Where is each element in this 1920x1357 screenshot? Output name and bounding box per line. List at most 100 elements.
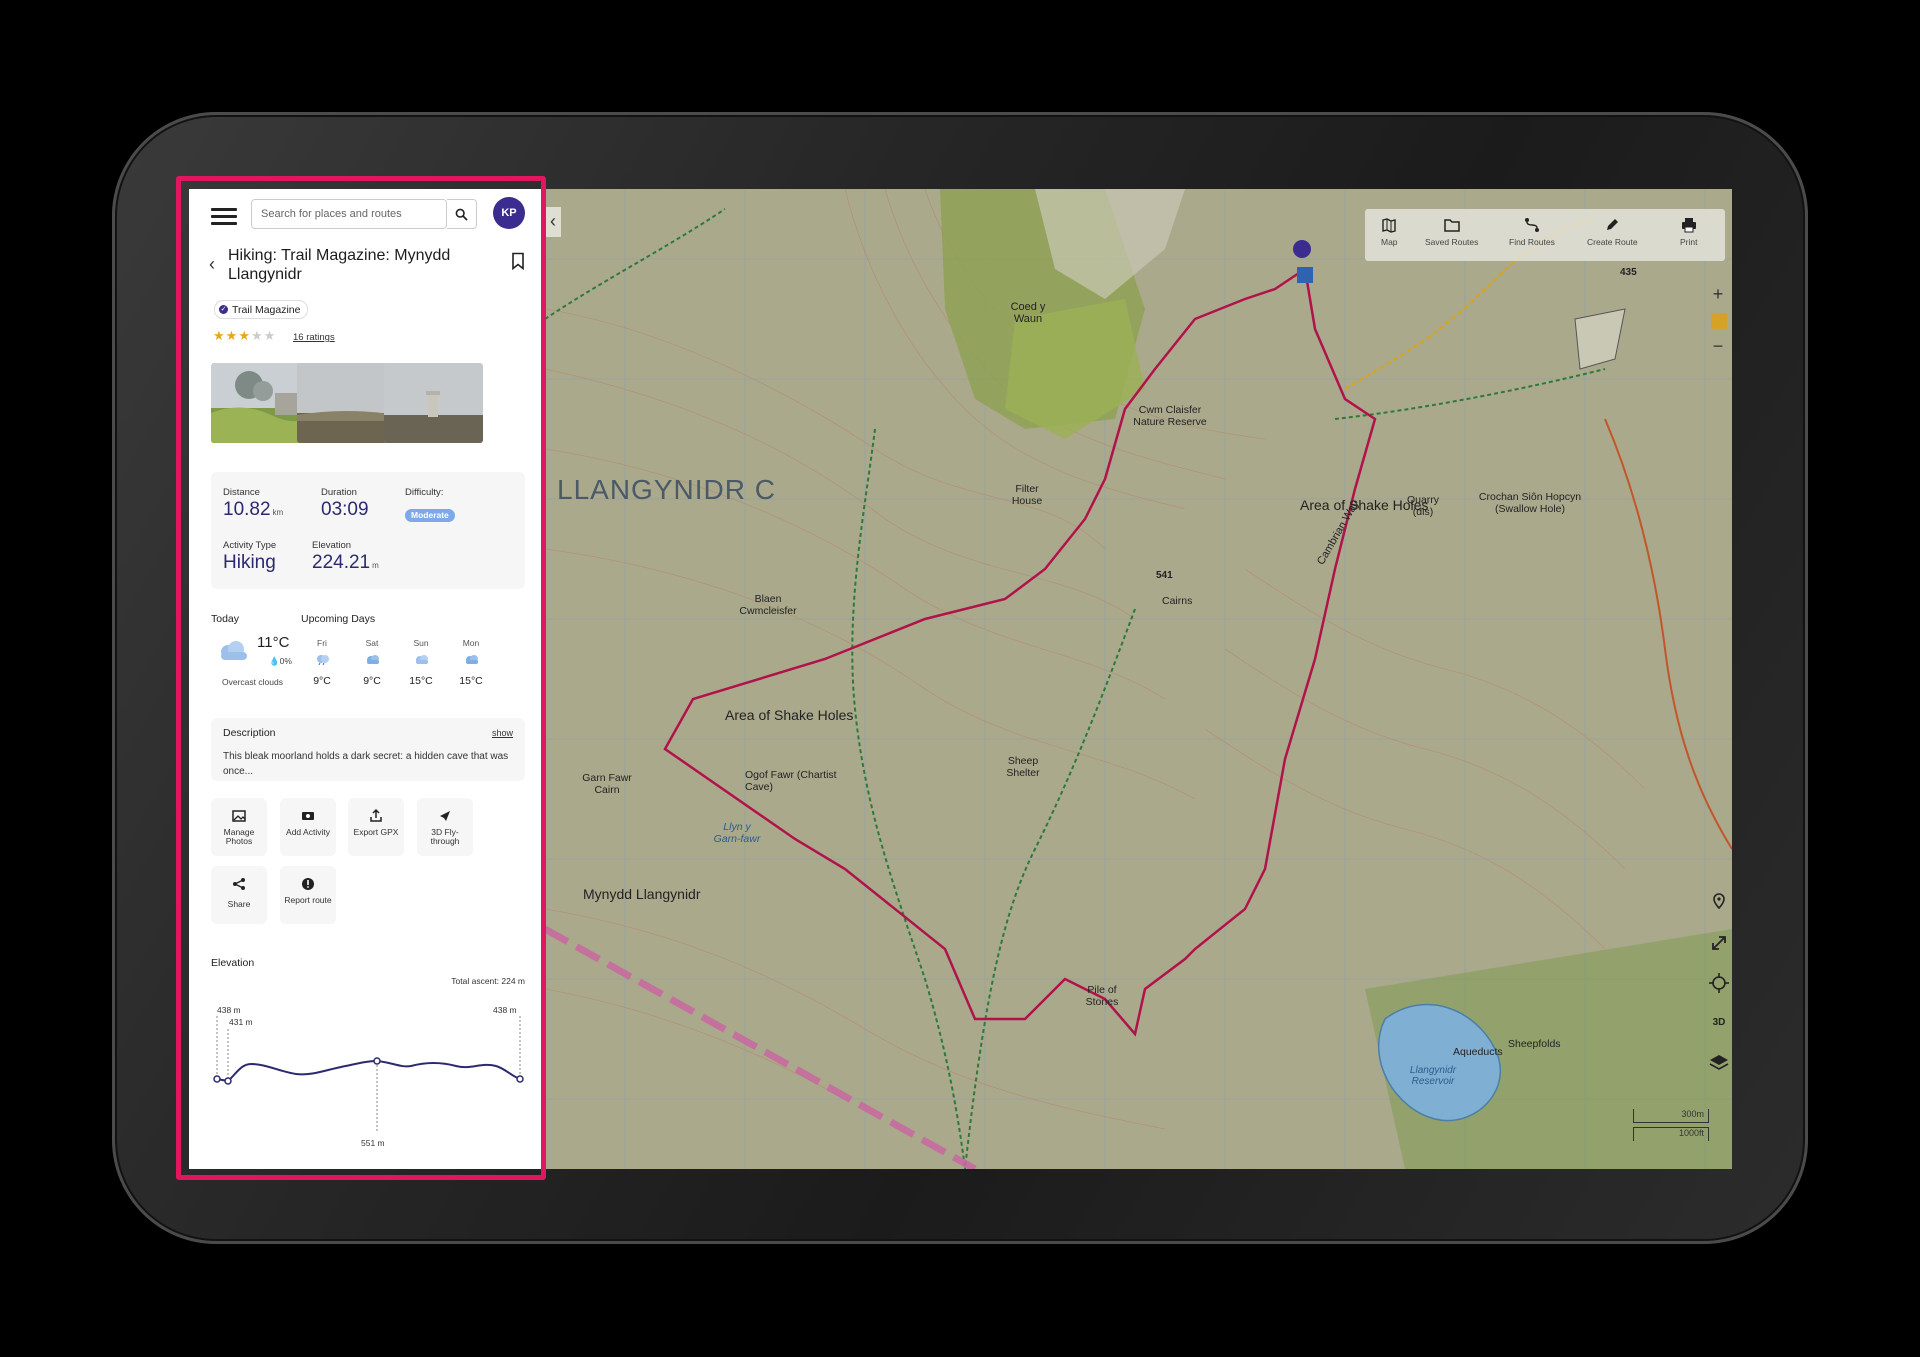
map-label: Llyn y Garn-fawr bbox=[713, 821, 761, 845]
map-toolbar: Map Saved Routes Find Routes Create Rout… bbox=[1365, 209, 1725, 261]
map-label: Sheep Shelter bbox=[1006, 755, 1040, 779]
elevation-peak-label: 551 m bbox=[361, 1138, 385, 1148]
forecast-day: Mon bbox=[462, 638, 480, 648]
map-label: Cairns bbox=[1162, 595, 1193, 607]
topographic-map[interactable] bbox=[545, 189, 1732, 1169]
route-icon bbox=[1524, 218, 1539, 232]
cloud-icon bbox=[416, 655, 428, 664]
show-description-link[interactable]: show bbox=[492, 728, 513, 738]
share-icon bbox=[233, 878, 245, 890]
map-layers-button[interactable] bbox=[1705, 1049, 1732, 1077]
zoom-level-indicator[interactable] bbox=[1711, 313, 1727, 329]
print-button[interactable]: Print bbox=[1680, 217, 1697, 247]
description-card: Description show This bleak moorland hol… bbox=[211, 718, 525, 781]
bookmark-icon[interactable] bbox=[511, 252, 525, 275]
printer-icon bbox=[1681, 218, 1696, 233]
map-icon bbox=[1382, 218, 1396, 233]
activity-type-label: Activity Type bbox=[223, 540, 277, 551]
back-chevron-icon[interactable]: ‹ bbox=[209, 254, 215, 275]
map-label: Garn Fawr Cairn bbox=[582, 772, 632, 796]
route-photo[interactable] bbox=[384, 363, 483, 443]
map-label: Blaen Cwmcleisfer bbox=[739, 593, 797, 617]
duration-value: 03:09 bbox=[321, 499, 369, 520]
report-route-button[interactable]: Report route bbox=[280, 866, 336, 924]
create-route-button[interactable]: Create Route bbox=[1587, 217, 1638, 247]
map-label: LLANGYNIDR C bbox=[557, 474, 776, 505]
star-rating: ★★★★★ bbox=[213, 328, 276, 344]
export-gpx-button[interactable]: Export GPX bbox=[348, 798, 404, 856]
distance-label: Distance bbox=[223, 487, 260, 498]
star-icon: ★ bbox=[213, 328, 226, 343]
weather-upcoming-label: Upcoming Days bbox=[301, 613, 376, 625]
toggle-3d-button[interactable]: 3D bbox=[1705, 1009, 1732, 1037]
zoom-out-button[interactable]: − bbox=[1706, 334, 1730, 358]
weather-today-label: Today bbox=[211, 613, 240, 625]
map-label: Pile of Stones bbox=[1085, 984, 1119, 1008]
forecast-day: Sun bbox=[413, 638, 429, 648]
map-button[interactable]: Map bbox=[1381, 217, 1398, 247]
map-label: Crochan Siôn Hopcyn (Swallow Hole) bbox=[1478, 491, 1582, 515]
ratings-link[interactable]: 16 ratings bbox=[293, 332, 335, 343]
elevation-label: Elevation bbox=[312, 540, 352, 551]
publisher-name: Trail Magazine bbox=[232, 303, 301, 316]
verified-icon: ✓ bbox=[219, 305, 228, 314]
map-label: Mynydd Llangynidr bbox=[583, 886, 701, 902]
fly-through-button[interactable]: 3D Fly-through bbox=[417, 798, 473, 856]
publisher-badge[interactable]: ✓ Trail Magazine bbox=[214, 300, 309, 319]
image-icon bbox=[232, 810, 246, 822]
description-label: Description bbox=[223, 727, 276, 739]
folder-icon bbox=[1443, 219, 1460, 232]
route-photo[interactable] bbox=[297, 363, 396, 443]
scale-metric: 300m bbox=[1633, 1109, 1709, 1123]
share-button[interactable]: Share bbox=[211, 866, 267, 924]
difficulty-label: Difficulty: bbox=[405, 487, 444, 498]
map-label: 541 bbox=[1156, 570, 1173, 581]
layers-icon bbox=[1709, 1055, 1729, 1070]
collapse-panel-chevron-icon[interactable]: ‹ bbox=[545, 207, 561, 237]
my-location-button[interactable] bbox=[1705, 969, 1732, 997]
app-screen: Search for places and routes KP ‹ Hiking… bbox=[189, 189, 1732, 1169]
map-view[interactable]: LLANGYNIDR C Area of Shake Holes Area of… bbox=[545, 189, 1732, 1169]
today-temperature: 11°C bbox=[257, 634, 290, 651]
map-scale-bar: 300m 1000ft bbox=[1633, 1107, 1711, 1143]
map-label: Aqueducts bbox=[1453, 1046, 1503, 1058]
search-icon bbox=[455, 208, 468, 221]
crosshair-icon bbox=[1709, 973, 1729, 993]
rain-cloud-icon bbox=[317, 655, 329, 665]
elevation-chart bbox=[213, 1016, 524, 1132]
forecast-day: Fri bbox=[317, 638, 327, 648]
search-button[interactable] bbox=[447, 199, 477, 229]
avatar[interactable]: KP bbox=[493, 197, 525, 229]
forecast-temp: 9°C bbox=[363, 675, 381, 687]
map-label: Ogof Fawr (Chartist Cave) bbox=[745, 769, 837, 793]
activity-type-value: Hiking bbox=[223, 552, 276, 573]
find-routes-button[interactable]: Find Routes bbox=[1509, 217, 1555, 247]
cloud-icon bbox=[367, 655, 379, 664]
forecast-temp: 15°C bbox=[409, 675, 433, 687]
map-label: 435 bbox=[1620, 267, 1637, 278]
export-icon bbox=[370, 808, 382, 822]
locate-route-button[interactable] bbox=[1705, 889, 1732, 917]
menu-icon[interactable] bbox=[211, 205, 237, 227]
map-label: Cwm Claisfer Nature Reserve bbox=[1133, 404, 1207, 428]
route-title: Hiking: Trail Magazine: Mynydd Llangynid… bbox=[228, 247, 451, 283]
elevation-value: 224.21 m bbox=[312, 552, 379, 573]
fullscreen-button[interactable] bbox=[1705, 929, 1732, 957]
difficulty-badge: Moderate bbox=[405, 509, 455, 522]
paper-plane-icon bbox=[440, 811, 450, 821]
star-icon: ★ bbox=[263, 328, 277, 343]
description-text: This bleak moorland holds a dark secret:… bbox=[223, 751, 509, 777]
cloud-icon bbox=[466, 655, 478, 664]
manage-photos-button[interactable]: Manage Photos bbox=[211, 798, 267, 856]
forecast-temp: 9°C bbox=[313, 675, 331, 687]
total-ascent: Total ascent: 224 m bbox=[451, 976, 525, 986]
add-activity-button[interactable]: Add Activity bbox=[280, 798, 336, 856]
zoom-in-button[interactable]: + bbox=[1706, 282, 1730, 306]
map-label: Quarry (dis) bbox=[1406, 494, 1440, 518]
route-photo[interactable] bbox=[211, 363, 310, 443]
map-label: Area of Shake Holes bbox=[725, 707, 854, 723]
alert-icon bbox=[302, 878, 314, 890]
map-label: Sheepfolds bbox=[1508, 1038, 1561, 1050]
saved-routes-button[interactable]: Saved Routes bbox=[1425, 217, 1478, 247]
search-input[interactable]: Search for places and routes bbox=[251, 199, 447, 229]
